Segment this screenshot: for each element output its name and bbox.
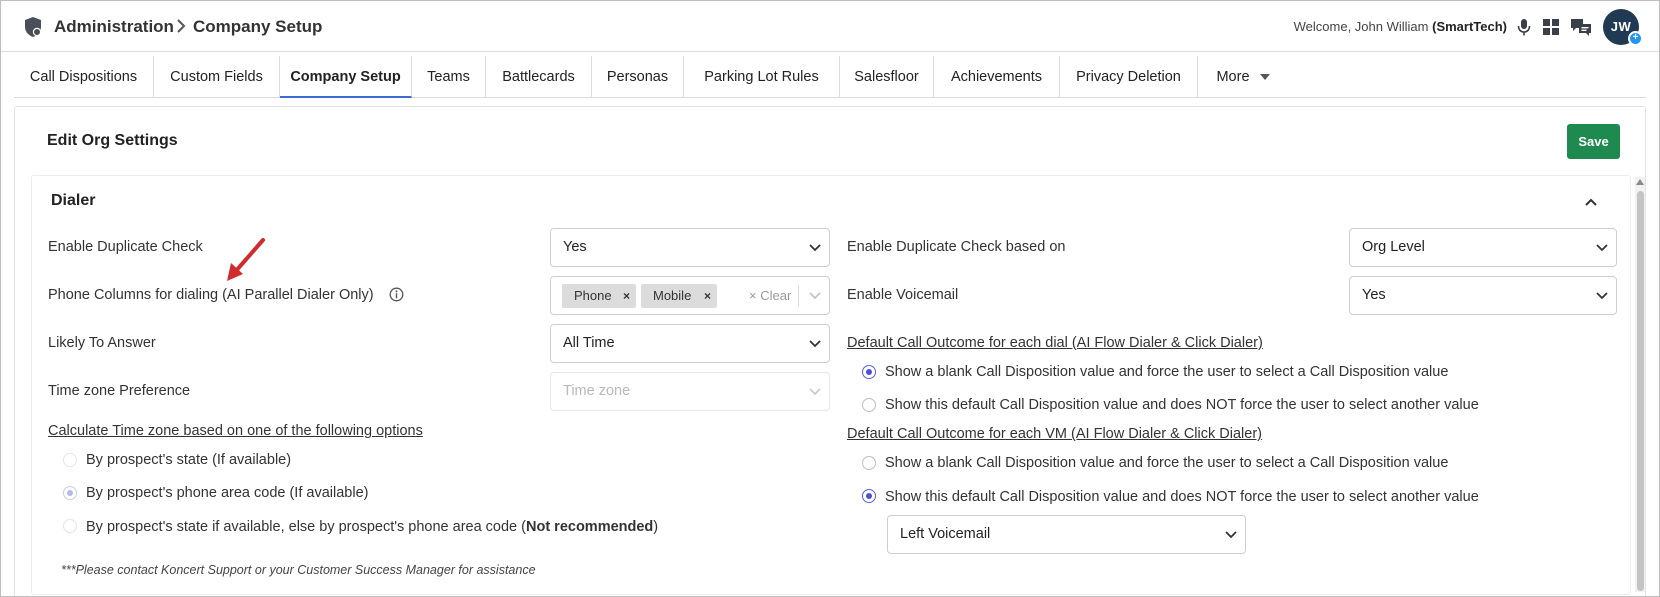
tz-option-state-label: By prospect's state (If available) [86, 452, 292, 468]
vm-outcome-default-radio[interactable] [862, 489, 876, 503]
vm-outcome-blank-radio[interactable] [862, 456, 876, 470]
apps-grid-icon[interactable] [1541, 17, 1561, 37]
tz-option-area-code-label: By prospect's phone area code (If availa… [86, 485, 369, 501]
panel-title: Edit Org Settings [47, 132, 178, 149]
duplicate-check-based-on-select[interactable]: Org Level [1349, 228, 1617, 267]
chevron-down-icon [1225, 531, 1237, 539]
chevron-down-icon [809, 244, 821, 252]
tab-company-setup[interactable]: Company Setup [280, 56, 412, 98]
calculate-time-zone-label: Calculate Time zone based on one of the … [48, 423, 423, 439]
chevron-down-icon [1596, 292, 1608, 300]
tz-option-state-else-area-label: By prospect's state if available, else b… [86, 519, 659, 535]
chip-phone: Phone × [562, 284, 636, 308]
phone-columns-label: Phone Columns for dialing (AI Parallel D… [48, 287, 374, 303]
remove-chip-phone-icon[interactable]: × [623, 284, 630, 308]
remove-chip-mobile-icon[interactable]: × [704, 284, 711, 308]
save-button[interactable]: Save [1567, 124, 1620, 159]
tab-custom-fields[interactable]: Custom Fields [154, 56, 280, 98]
dial-outcome-default-label: Show this default Call Disposition value… [885, 397, 1479, 413]
scroll-up-arrow-icon[interactable] [1636, 179, 1644, 185]
tz-option-state-radio[interactable] [63, 453, 77, 467]
breadcrumb-company-setup: Company Setup [193, 17, 323, 36]
chat-icon[interactable] [1570, 17, 1592, 37]
avatar-status-badge: + [1628, 31, 1643, 46]
tz-option-area-code-radio[interactable] [63, 486, 77, 500]
vm-outcome-default-label: Show this default Call Disposition value… [885, 489, 1479, 505]
tab-salesfloor[interactable]: Salesfloor [840, 56, 934, 98]
tab-more[interactable]: More [1198, 56, 1288, 98]
select-divider [798, 285, 799, 307]
tab-parking-lot-rules[interactable]: Parking Lot Rules [684, 56, 840, 98]
tz-option-state-else-area-radio[interactable] [63, 519, 77, 533]
tab-teams[interactable]: Teams [412, 56, 486, 98]
tab-personas[interactable]: Personas [592, 56, 684, 98]
chevron-right-icon [177, 19, 186, 33]
support-note: ***Please contact Koncert Support or you… [61, 563, 536, 577]
shield-icon [25, 17, 42, 37]
tab-achievements[interactable]: Achievements [934, 56, 1060, 98]
likely-to-answer-select[interactable]: All Time [550, 324, 830, 363]
chip-mobile: Mobile × [641, 284, 717, 308]
enable-voicemail-select[interactable]: Yes [1349, 276, 1617, 315]
welcome-text: Welcome, John William (SmartTech) [1293, 19, 1507, 34]
time-zone-select: Time zone [550, 372, 830, 411]
breadcrumb-administration[interactable]: Administration [54, 17, 174, 37]
clear-selection-button[interactable]: × Clear [749, 277, 791, 314]
tab-call-dispositions[interactable]: Call Dispositions [14, 56, 154, 98]
time-zone-preference-label: Time zone Preference [48, 383, 191, 399]
chevron-down-icon [809, 388, 821, 396]
dial-outcome-blank-label: Show a blank Call Disposition value and … [885, 364, 1449, 380]
caret-down-icon [1259, 74, 1270, 81]
duplicate-check-based-on-label: Enable Duplicate Check based on [847, 239, 1066, 255]
dialer-section-title: Dialer [51, 192, 96, 209]
enable-duplicate-check-select[interactable]: Yes [550, 228, 830, 267]
vm-outcome-label: Default Call Outcome for each VM (AI Flo… [847, 426, 1262, 442]
phone-columns-multiselect[interactable]: Phone × Mobile × × Clear [550, 276, 830, 315]
info-icon[interactable] [389, 287, 404, 302]
chevron-up-icon[interactable] [1584, 195, 1598, 209]
app-window: Administration Company Setup Welcome, Jo… [0, 0, 1660, 597]
microphone-icon[interactable] [1514, 17, 1534, 37]
likely-to-answer-label: Likely To Answer [48, 335, 156, 351]
chevron-down-icon [809, 292, 821, 300]
vm-outcome-blank-label: Show a blank Call Disposition value and … [885, 455, 1449, 471]
tab-privacy-deletion[interactable]: Privacy Deletion [1060, 56, 1198, 98]
enable-voicemail-label: Enable Voicemail [847, 287, 959, 303]
dial-outcome-blank-radio[interactable] [862, 365, 876, 379]
dial-outcome-default-radio[interactable] [862, 398, 876, 412]
dial-outcome-label: Default Call Outcome for each dial (AI F… [847, 335, 1263, 351]
chevron-down-icon [1596, 244, 1608, 252]
admin-tabs: Call Dispositions Custom Fields Company … [14, 56, 1646, 98]
vm-disposition-select[interactable]: Left Voicemail [887, 515, 1246, 554]
annotation-arrow-icon [227, 238, 265, 281]
tab-battlecards[interactable]: Battlecards [486, 56, 592, 98]
chevron-down-icon [809, 340, 821, 348]
scrollbar-thumb[interactable] [1637, 191, 1644, 591]
top-bar: Administration Company Setup Welcome, Jo… [1, 1, 1659, 52]
enable-duplicate-check-label: Enable Duplicate Check [48, 239, 203, 255]
